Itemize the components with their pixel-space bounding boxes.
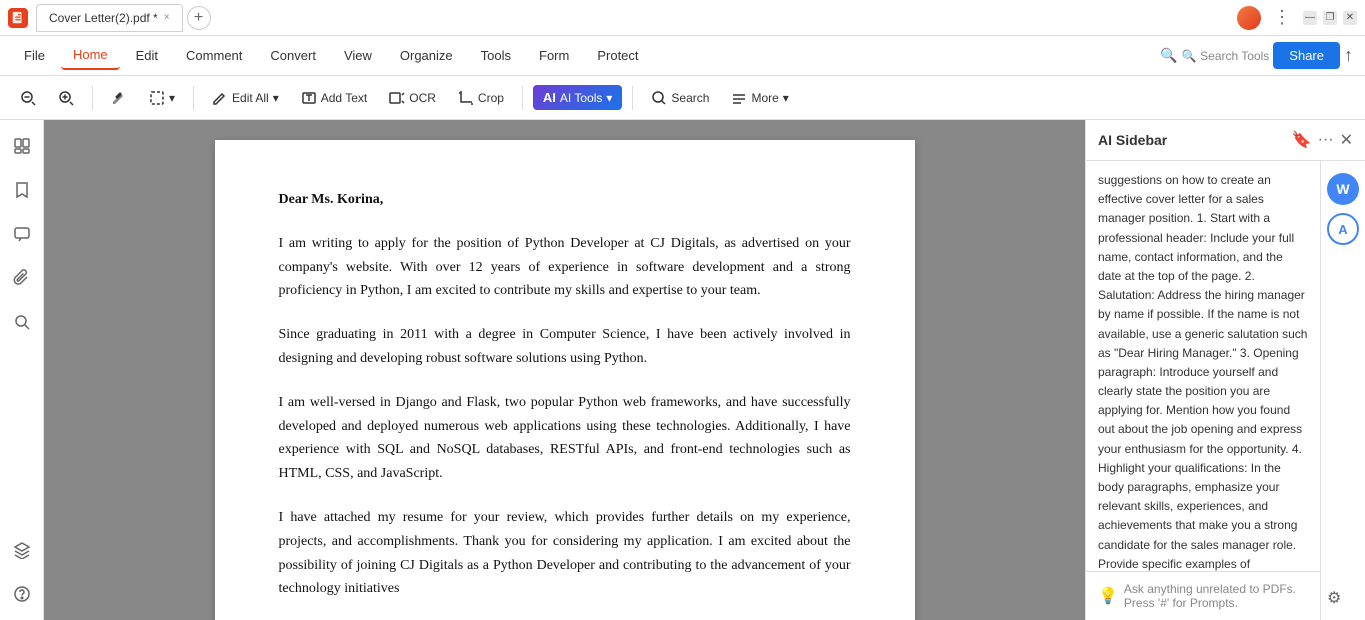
window-controls: — ❐ ✕	[1303, 11, 1357, 25]
sidebar-help-icon[interactable]	[4, 576, 40, 612]
edit-all-label: Edit All	[232, 91, 269, 105]
window-menu-icon[interactable]: ⋮	[1269, 7, 1295, 28]
select-box-button[interactable]: ▾	[141, 85, 183, 111]
search-tools-icon: 🔍	[1160, 47, 1177, 64]
left-sidebar	[0, 120, 44, 620]
edit-all-arrow: ▾	[273, 91, 279, 105]
menu-view[interactable]: View	[332, 42, 384, 69]
greeting: Dear Ms. Korina,	[279, 192, 384, 207]
toolbar-separator-3	[522, 86, 523, 110]
more-label: More	[751, 91, 778, 105]
ai-dots-menu[interactable]: ···	[1318, 131, 1334, 149]
ocr-button[interactable]: OCR	[381, 85, 444, 111]
search-tools-label[interactable]: 🔍 Search Tools	[1182, 49, 1269, 63]
title-bar-left: Cover Letter(2).pdf * × +	[8, 4, 211, 32]
sidebar-layers-icon[interactable]	[4, 532, 40, 568]
ai-bottom-area: 💡 Ask anything unrelated to PDFs. Press …	[1086, 571, 1320, 620]
ai-icon: AI	[543, 90, 556, 105]
tab-label: Cover Letter(2).pdf *	[49, 11, 158, 25]
ai-right-avatars: W A ⚙	[1320, 161, 1365, 620]
ai-tools-label: AI Tools	[560, 91, 602, 105]
menu-edit[interactable]: Edit	[124, 42, 170, 69]
crop-label: Crop	[478, 91, 504, 105]
menu-file[interactable]: File	[12, 42, 57, 69]
ai-settings-icon[interactable]: ⚙	[1327, 588, 1359, 608]
sidebar-comment-icon[interactable]	[4, 216, 40, 252]
select-box-arrow: ▾	[169, 91, 175, 105]
toolbar-separator-4	[632, 86, 633, 110]
lightbulb-icon: 💡	[1098, 586, 1118, 606]
sidebar-search-icon[interactable]	[4, 304, 40, 340]
pdf-tab[interactable]: Cover Letter(2).pdf * ×	[36, 4, 183, 32]
crop-button[interactable]: Crop	[450, 85, 512, 111]
ai-sidebar-header: AI Sidebar 🔖 ··· ✕	[1086, 120, 1365, 161]
sidebar-attachment-icon[interactable]	[4, 260, 40, 296]
maximize-button[interactable]: ❐	[1323, 11, 1337, 25]
tab-bar: Cover Letter(2).pdf * × +	[36, 4, 211, 32]
edit-all-button[interactable]: Edit All ▾	[204, 85, 287, 111]
close-button[interactable]: ✕	[1343, 11, 1357, 25]
ai-bookmark-icon[interactable]: 🔖	[1292, 130, 1312, 150]
menu-home[interactable]: Home	[61, 41, 120, 70]
title-bar: Cover Letter(2).pdf * × + ⋮ — ❐ ✕	[0, 0, 1365, 36]
search-label: Search	[671, 91, 709, 105]
highlight-button[interactable]	[103, 85, 135, 111]
ai-input-area: 💡 Ask anything unrelated to PDFs. Press …	[1098, 582, 1308, 610]
add-text-label: Add Text	[321, 91, 367, 105]
menu-protect[interactable]: Protect	[585, 42, 650, 69]
ai-sidebar: AI Sidebar 🔖 ··· ✕ suggestions on how to…	[1085, 120, 1365, 620]
upload-icon[interactable]: ↑	[1344, 45, 1353, 66]
tab-close-icon[interactable]: ×	[164, 12, 170, 23]
ai-tools-button[interactable]: AI AI Tools ▾	[533, 85, 623, 110]
add-text-button[interactable]: Add Text	[293, 85, 375, 111]
paragraph-4: I have attached my resume for your revie…	[279, 506, 851, 601]
menu-bar: File Home Edit Comment Convert View Orga…	[0, 36, 1365, 76]
ai-input-placeholder[interactable]: Ask anything unrelated to PDFs. Press '#…	[1124, 582, 1308, 610]
more-button[interactable]: More ▾	[723, 85, 796, 111]
main-area: Dear Ms. Korina, I am writing to apply f…	[0, 120, 1365, 620]
ai-sidebar-title-text: AI Sidebar	[1098, 132, 1284, 148]
new-tab-button[interactable]: +	[187, 6, 211, 30]
share-button[interactable]: Share	[1273, 42, 1340, 69]
ai-tools-arrow: ▾	[606, 91, 612, 105]
ai-translate-avatar[interactable]: A	[1327, 213, 1359, 245]
search-tools-area[interactable]: 🔍 🔍 Search Tools	[1160, 47, 1269, 64]
document-content: Dear Ms. Korina, I am writing to apply f…	[279, 188, 851, 620]
more-arrow: ▾	[783, 91, 789, 105]
ai-content-text: suggestions on how to create an effectiv…	[1086, 161, 1320, 571]
menu-form[interactable]: Form	[527, 42, 581, 69]
paragraph-1: I am writing to apply for the position o…	[279, 232, 851, 303]
toolbar-separator-2	[193, 86, 194, 110]
paragraph-2: Since graduating in 2011 with a degree i…	[279, 323, 851, 371]
sidebar-bookmark-icon[interactable]	[4, 172, 40, 208]
menu-organize[interactable]: Organize	[388, 42, 465, 69]
ai-sidebar-inner: suggestions on how to create an effectiv…	[1086, 161, 1365, 620]
ocr-label: OCR	[409, 91, 436, 105]
minimize-button[interactable]: —	[1303, 11, 1317, 25]
ai-main-content: suggestions on how to create an effectiv…	[1086, 161, 1320, 620]
menu-convert[interactable]: Convert	[258, 42, 328, 69]
ai-word-avatar[interactable]: W	[1327, 173, 1359, 205]
zoom-in-button[interactable]	[50, 85, 82, 111]
document-page: Dear Ms. Korina, I am writing to apply f…	[215, 140, 915, 620]
toolbar-separator-1	[92, 86, 93, 110]
zoom-out-button[interactable]	[12, 85, 44, 111]
avatar	[1237, 6, 1261, 30]
menu-comment[interactable]: Comment	[174, 42, 254, 69]
document-area: Dear Ms. Korina, I am writing to apply f…	[44, 120, 1085, 620]
menu-tools[interactable]: Tools	[469, 42, 523, 69]
ai-header-icons: 🔖 ··· ✕	[1292, 130, 1353, 150]
ai-close-icon[interactable]: ✕	[1340, 130, 1353, 150]
toolbar: ▾ Edit All ▾ Add Text OCR Crop AI AI Too…	[0, 76, 1365, 120]
paragraph-3: I am well-versed in Django and Flask, tw…	[279, 391, 851, 486]
app-icon	[8, 8, 28, 28]
sidebar-thumbnail-icon[interactable]	[4, 128, 40, 164]
title-bar-right: ⋮ — ❐ ✕	[1237, 6, 1357, 30]
search-button[interactable]: Search	[643, 85, 717, 111]
